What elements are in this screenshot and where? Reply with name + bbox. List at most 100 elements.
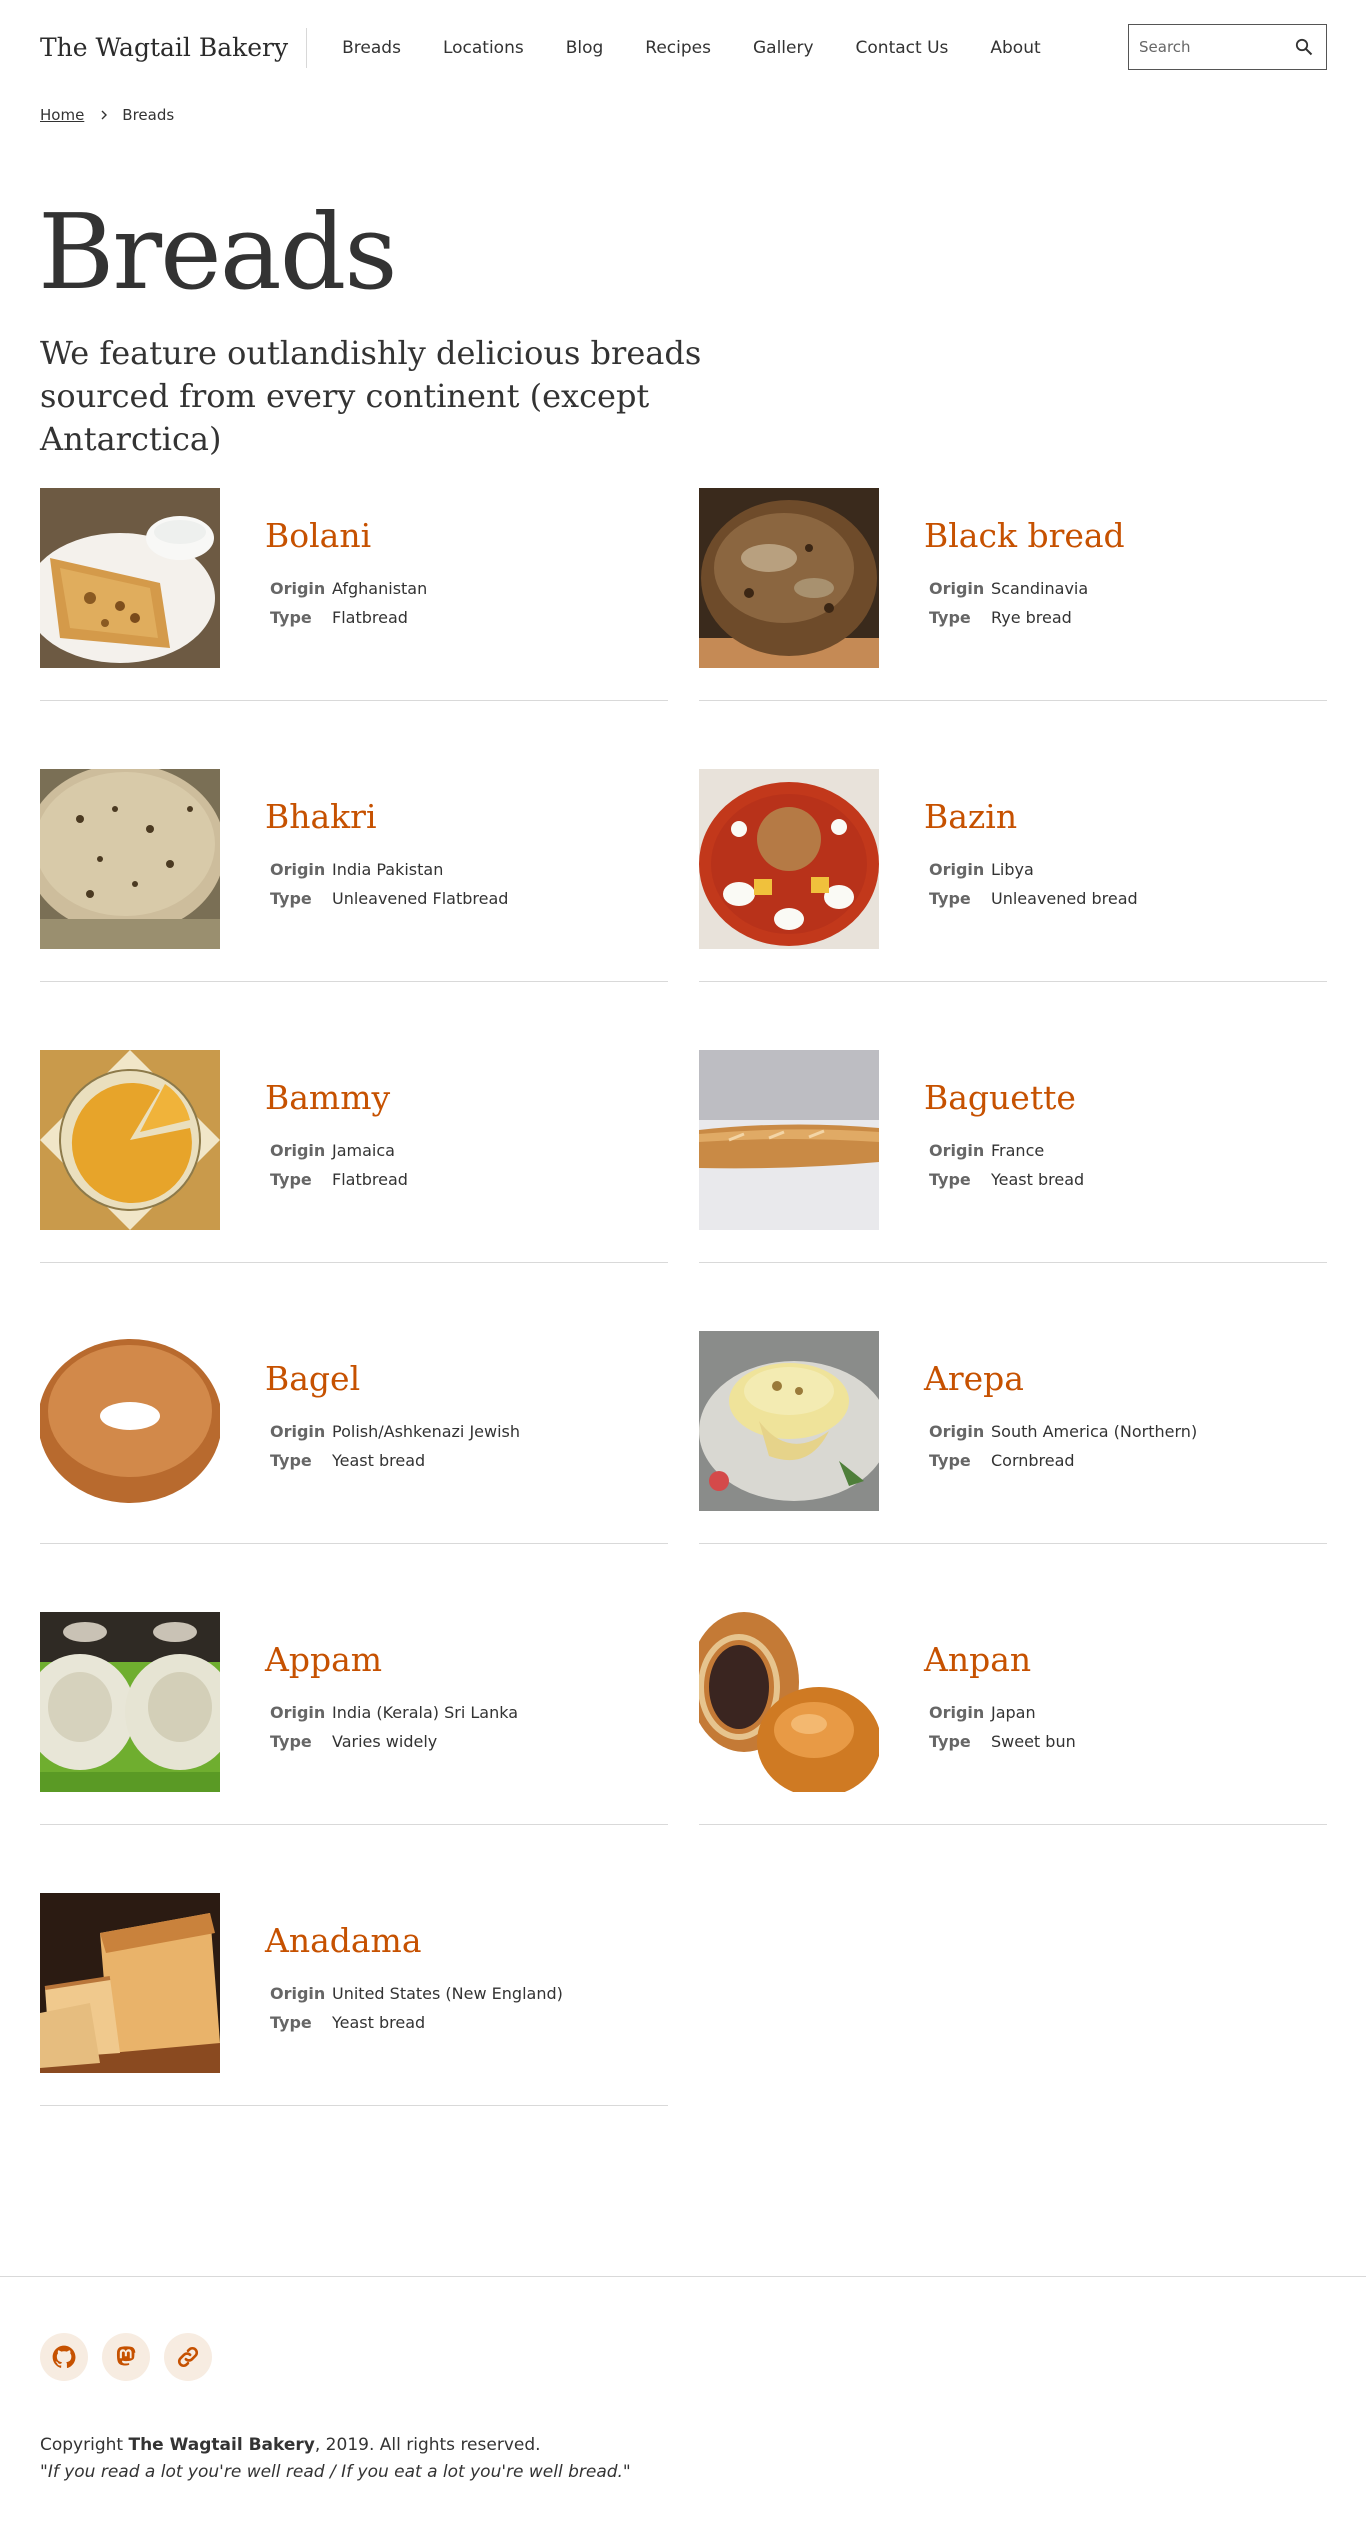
copyright-prefix: Copyright <box>40 2435 129 2455</box>
mastodon-link[interactable] <box>102 2333 150 2381</box>
origin-value: Afghanistan <box>332 579 428 598</box>
flatbread-plate-photo <box>40 488 220 668</box>
appam-photo <box>40 1612 220 1792</box>
origin-value: Jamaica <box>332 1141 395 1160</box>
origin-value: Japan <box>991 1703 1036 1722</box>
type-label: Type <box>270 1732 312 1751</box>
bread-name[interactable]: Black bread <box>924 516 1125 555</box>
bread-photo-bagel[interactable] <box>40 1331 220 1511</box>
search-input[interactable] <box>1139 38 1292 56</box>
bread-name[interactable]: Bagel <box>265 1359 360 1398</box>
origin-label: Origin <box>270 1422 326 1441</box>
bread-photo-baguette[interactable] <box>699 1050 879 1230</box>
bread-meta: Origin India (Kerala) Sri Lanka Type Varie… <box>270 1698 518 1756</box>
origin-label: Origin <box>270 1984 326 2003</box>
type-value: Sweet bun <box>991 1732 1076 1751</box>
bread-photo-anadama[interactable] <box>40 1893 220 2073</box>
bagel-photo <box>40 1331 220 1511</box>
type-label: Type <box>270 1451 312 1470</box>
copyright: Copyright The Wagtail Bakery, 2019. All … <box>40 2432 631 2486</box>
type-value: Unleavened bread <box>991 889 1138 908</box>
origin-label: Origin <box>270 579 326 598</box>
bread-name[interactable]: Bolani <box>265 516 371 555</box>
origin-label: Origin <box>270 860 326 879</box>
bread-photo-bazin[interactable] <box>699 769 879 949</box>
bread-name[interactable]: Bhakri <box>265 797 377 836</box>
bread-photo-arepa[interactable] <box>699 1331 879 1511</box>
nav-about[interactable]: About <box>969 38 1061 58</box>
anadama-loaf-photo <box>40 1893 220 2073</box>
nav-blog[interactable]: Blog <box>545 38 625 58</box>
chevron-right-icon <box>100 109 108 121</box>
bread-name[interactable]: Baguette <box>924 1078 1076 1117</box>
bread-card: Bammy Origin Jamaica Type Flatbread <box>40 1050 668 1263</box>
origin-value: Libya <box>991 860 1034 879</box>
bread-meta: Origin France Type Yeast bread <box>929 1136 1084 1194</box>
bread-meta: Origin Polish/Ashkenazi Jewish Type Yeast … <box>270 1417 520 1475</box>
bread-card: Appam Origin India (Kerala) Sri Lanka Typ… <box>40 1612 668 1825</box>
bread-photo-anpan[interactable] <box>699 1612 879 1792</box>
bread-card: Anpan Origin Japan Type Sweet bun <box>699 1612 1327 1825</box>
type-label: Type <box>270 889 312 908</box>
nav-locations[interactable]: Locations <box>422 38 545 58</box>
bread-photo-black-bread[interactable] <box>699 488 879 668</box>
bread-photo-bhakri[interactable] <box>40 769 220 949</box>
origin-label: Origin <box>929 1703 985 1722</box>
type-value: Flatbread <box>332 608 408 627</box>
origin-label: Origin <box>929 579 985 598</box>
type-label: Type <box>929 1170 971 1189</box>
breadcrumb-home-link[interactable]: Home <box>40 106 84 124</box>
origin-value: Scandinavia <box>991 579 1089 598</box>
bread-meta: Origin South America (Northern) Type Cornb… <box>929 1417 1197 1475</box>
nav-contact-us[interactable]: Contact Us <box>835 38 970 58</box>
social-links <box>40 2333 226 2381</box>
github-link[interactable] <box>40 2333 88 2381</box>
site-logo[interactable]: The Wagtail Bakery <box>40 28 308 68</box>
footer-quote: "If you read a lot you're well read / If… <box>40 2462 631 2482</box>
breadcrumb: Home Breads <box>40 106 174 124</box>
nav-recipes[interactable]: Recipes <box>624 38 732 58</box>
origin-value: South America (Northern) <box>991 1422 1198 1441</box>
copyright-line: Copyright The Wagtail Bakery, 2019. All … <box>40 2432 631 2459</box>
website-link[interactable] <box>164 2333 212 2381</box>
type-value: Yeast bread <box>991 1170 1085 1189</box>
origin-label: Origin <box>270 1141 326 1160</box>
footer-divider <box>0 2276 1366 2277</box>
bread-photo-bammy[interactable] <box>40 1050 220 1230</box>
bread-name[interactable]: Arepa <box>924 1359 1024 1398</box>
bazin-stew-photo <box>699 769 879 949</box>
type-value: Rye bread <box>991 608 1072 627</box>
bread-card: Black bread Origin Scandinavia Type Rye br… <box>699 488 1327 701</box>
bread-photo-bolani[interactable] <box>40 488 220 668</box>
copyright-suffix: , 2019. All rights reserved. <box>314 2435 541 2455</box>
type-label: Type <box>270 2013 312 2032</box>
bread-meta: Origin Afghanistan Type Flatbread <box>270 574 427 632</box>
bread-name[interactable]: Bammy <box>265 1078 390 1117</box>
bread-card: Arepa Origin South America (Northern) Typ… <box>699 1331 1327 1544</box>
type-label: Type <box>270 1170 312 1189</box>
nav-gallery[interactable]: Gallery <box>732 38 835 58</box>
bread-meta: Origin India Pakistan Type Unleavened Flat… <box>270 855 508 913</box>
bread-name[interactable]: Anadama <box>265 1921 422 1960</box>
github-icon <box>52 2345 76 2368</box>
anpan-photo <box>699 1612 879 1792</box>
bread-card: Bolani Origin Afghanistan Type Flatbread <box>40 488 668 701</box>
type-value: Flatbread <box>332 1170 408 1189</box>
bread-meta: Origin Scandinavia Type Rye bread <box>929 574 1088 632</box>
bread-photo-appam[interactable] <box>40 1612 220 1792</box>
origin-label: Origin <box>929 1422 985 1441</box>
bread-name[interactable]: Anpan <box>924 1640 1031 1679</box>
type-value: Yeast bread <box>332 2013 426 2032</box>
type-label: Type <box>929 1451 971 1470</box>
bread-meta: Origin Jamaica Type Flatbread <box>270 1136 408 1194</box>
nav-breads[interactable]: Breads <box>321 38 422 58</box>
type-value: Yeast bread <box>332 1451 426 1470</box>
search-button[interactable] <box>1292 35 1316 59</box>
type-value: Cornbread <box>991 1451 1075 1470</box>
bread-name[interactable]: Appam <box>265 1640 382 1679</box>
type-label: Type <box>929 889 971 908</box>
bread-name[interactable]: Bazin <box>924 797 1017 836</box>
breadcrumb-current: Breads <box>122 106 175 124</box>
origin-value: Polish/Ashkenazi Jewish <box>332 1422 521 1441</box>
type-label: Type <box>270 608 312 627</box>
